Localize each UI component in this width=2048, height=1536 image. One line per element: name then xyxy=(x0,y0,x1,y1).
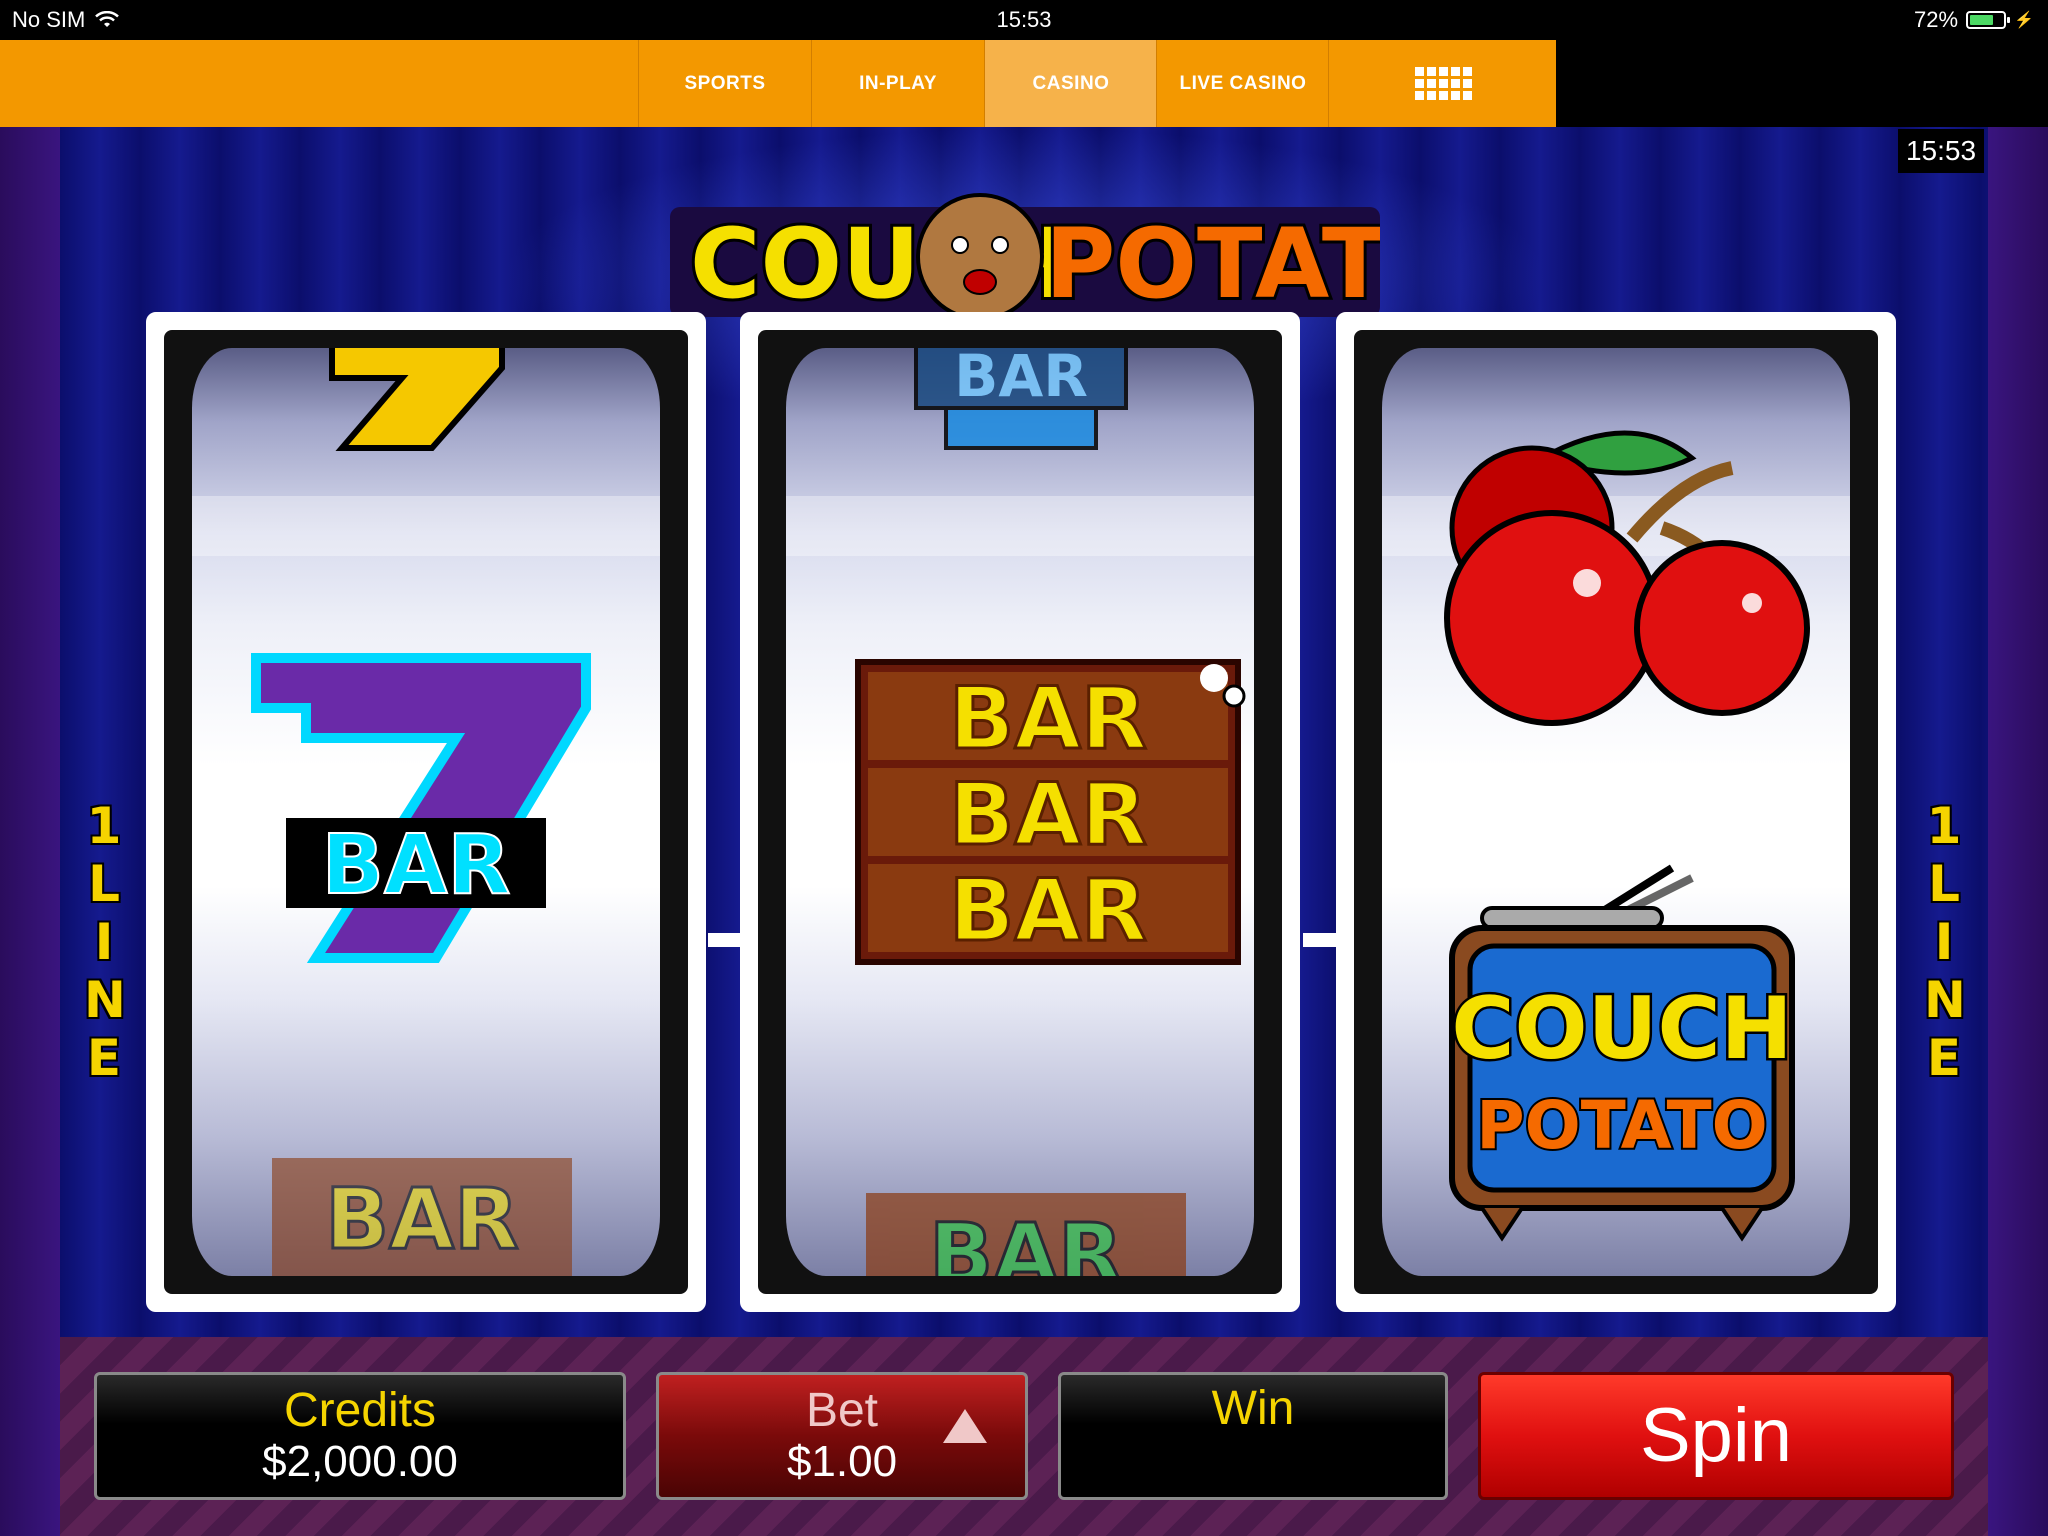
svg-text:POTATO: POTATO xyxy=(1476,1087,1767,1164)
svg-text:BAR: BAR xyxy=(949,669,1147,769)
top-nav: SPORTS IN-PLAY CASINO LIVE CASINO xyxy=(0,40,1556,127)
win-display: Win xyxy=(1058,1372,1448,1500)
spin-label: Spin xyxy=(1639,1393,1793,1478)
win-label: Win xyxy=(1211,1382,1295,1435)
bet-up-arrow-icon[interactable] xyxy=(943,1409,987,1443)
menu-button[interactable] xyxy=(1328,40,1557,127)
slot-game: 15:53 COUCH POTATO 1LINE 1LINE BAR xyxy=(0,127,2048,1536)
svg-text:POTATO: POTATO xyxy=(1045,208,1380,320)
seven-bar-symbol: BAR xyxy=(251,653,591,963)
status-time: 15:53 xyxy=(996,7,1052,32)
reel-3: COUCH POTATO xyxy=(1336,312,1896,1312)
reel-2: BAR BAR BAR BAR BAR xyxy=(740,312,1300,1312)
svg-text:BAR: BAR xyxy=(949,861,1147,961)
svg-text:BAR: BAR xyxy=(954,348,1088,410)
tab-live-casino[interactable]: LIVE CASINO xyxy=(1156,40,1329,127)
seven-symbol xyxy=(329,348,505,451)
reel-1: BAR BAR xyxy=(146,312,706,1312)
triple-bar-symbol: BAR BAR BAR xyxy=(855,659,1246,965)
line-indicator-left: 1LINE xyxy=(84,797,126,1087)
line-indicator-right: 1LINE xyxy=(1924,797,1966,1087)
bet-button[interactable]: Bet $1.00 xyxy=(656,1372,1028,1500)
battery-percent: 72% xyxy=(1914,7,1959,32)
battery-icon xyxy=(1966,11,2011,29)
potato-mascot-icon xyxy=(916,193,1044,321)
svg-text:COUCH: COUCH xyxy=(1451,979,1792,1079)
cherries-symbol xyxy=(1444,430,1810,726)
tab-casino[interactable]: CASINO xyxy=(984,40,1157,127)
green-bar-symbol: BAR xyxy=(866,1193,1186,1276)
bet-value: $1.00 xyxy=(786,1437,898,1486)
double-bar-symbol: BAR xyxy=(272,1158,572,1276)
spin-button[interactable]: Spin xyxy=(1478,1372,1954,1500)
credits-label: Credits xyxy=(283,1384,437,1437)
charging-icon: ⚡ xyxy=(2014,12,2034,29)
blue-bar-symbol: BAR xyxy=(914,348,1128,450)
svg-text:BAR: BAR xyxy=(949,765,1147,865)
bet-label: Bet xyxy=(805,1384,879,1437)
credits-value: $2,000.00 xyxy=(262,1437,458,1486)
tab-sports[interactable]: SPORTS xyxy=(638,40,811,127)
grid-menu-icon xyxy=(1414,67,1472,100)
svg-text:BAR: BAR xyxy=(321,818,510,913)
status-bar: No SIM 15:53 72% ⚡ xyxy=(0,0,2048,40)
couch-potato-tv-symbol: COUCH POTATO xyxy=(1449,864,1795,1242)
credits-display: Credits $2,000.00 xyxy=(94,1372,626,1500)
couch-potato-logo: COUCH POTATO xyxy=(670,193,1380,323)
svg-text:BAR: BAR xyxy=(325,1170,519,1268)
svg-text:BAR: BAR xyxy=(929,1205,1123,1276)
game-clock: 15:53 xyxy=(1898,129,1984,173)
tab-in-play[interactable]: IN-PLAY xyxy=(811,40,984,127)
